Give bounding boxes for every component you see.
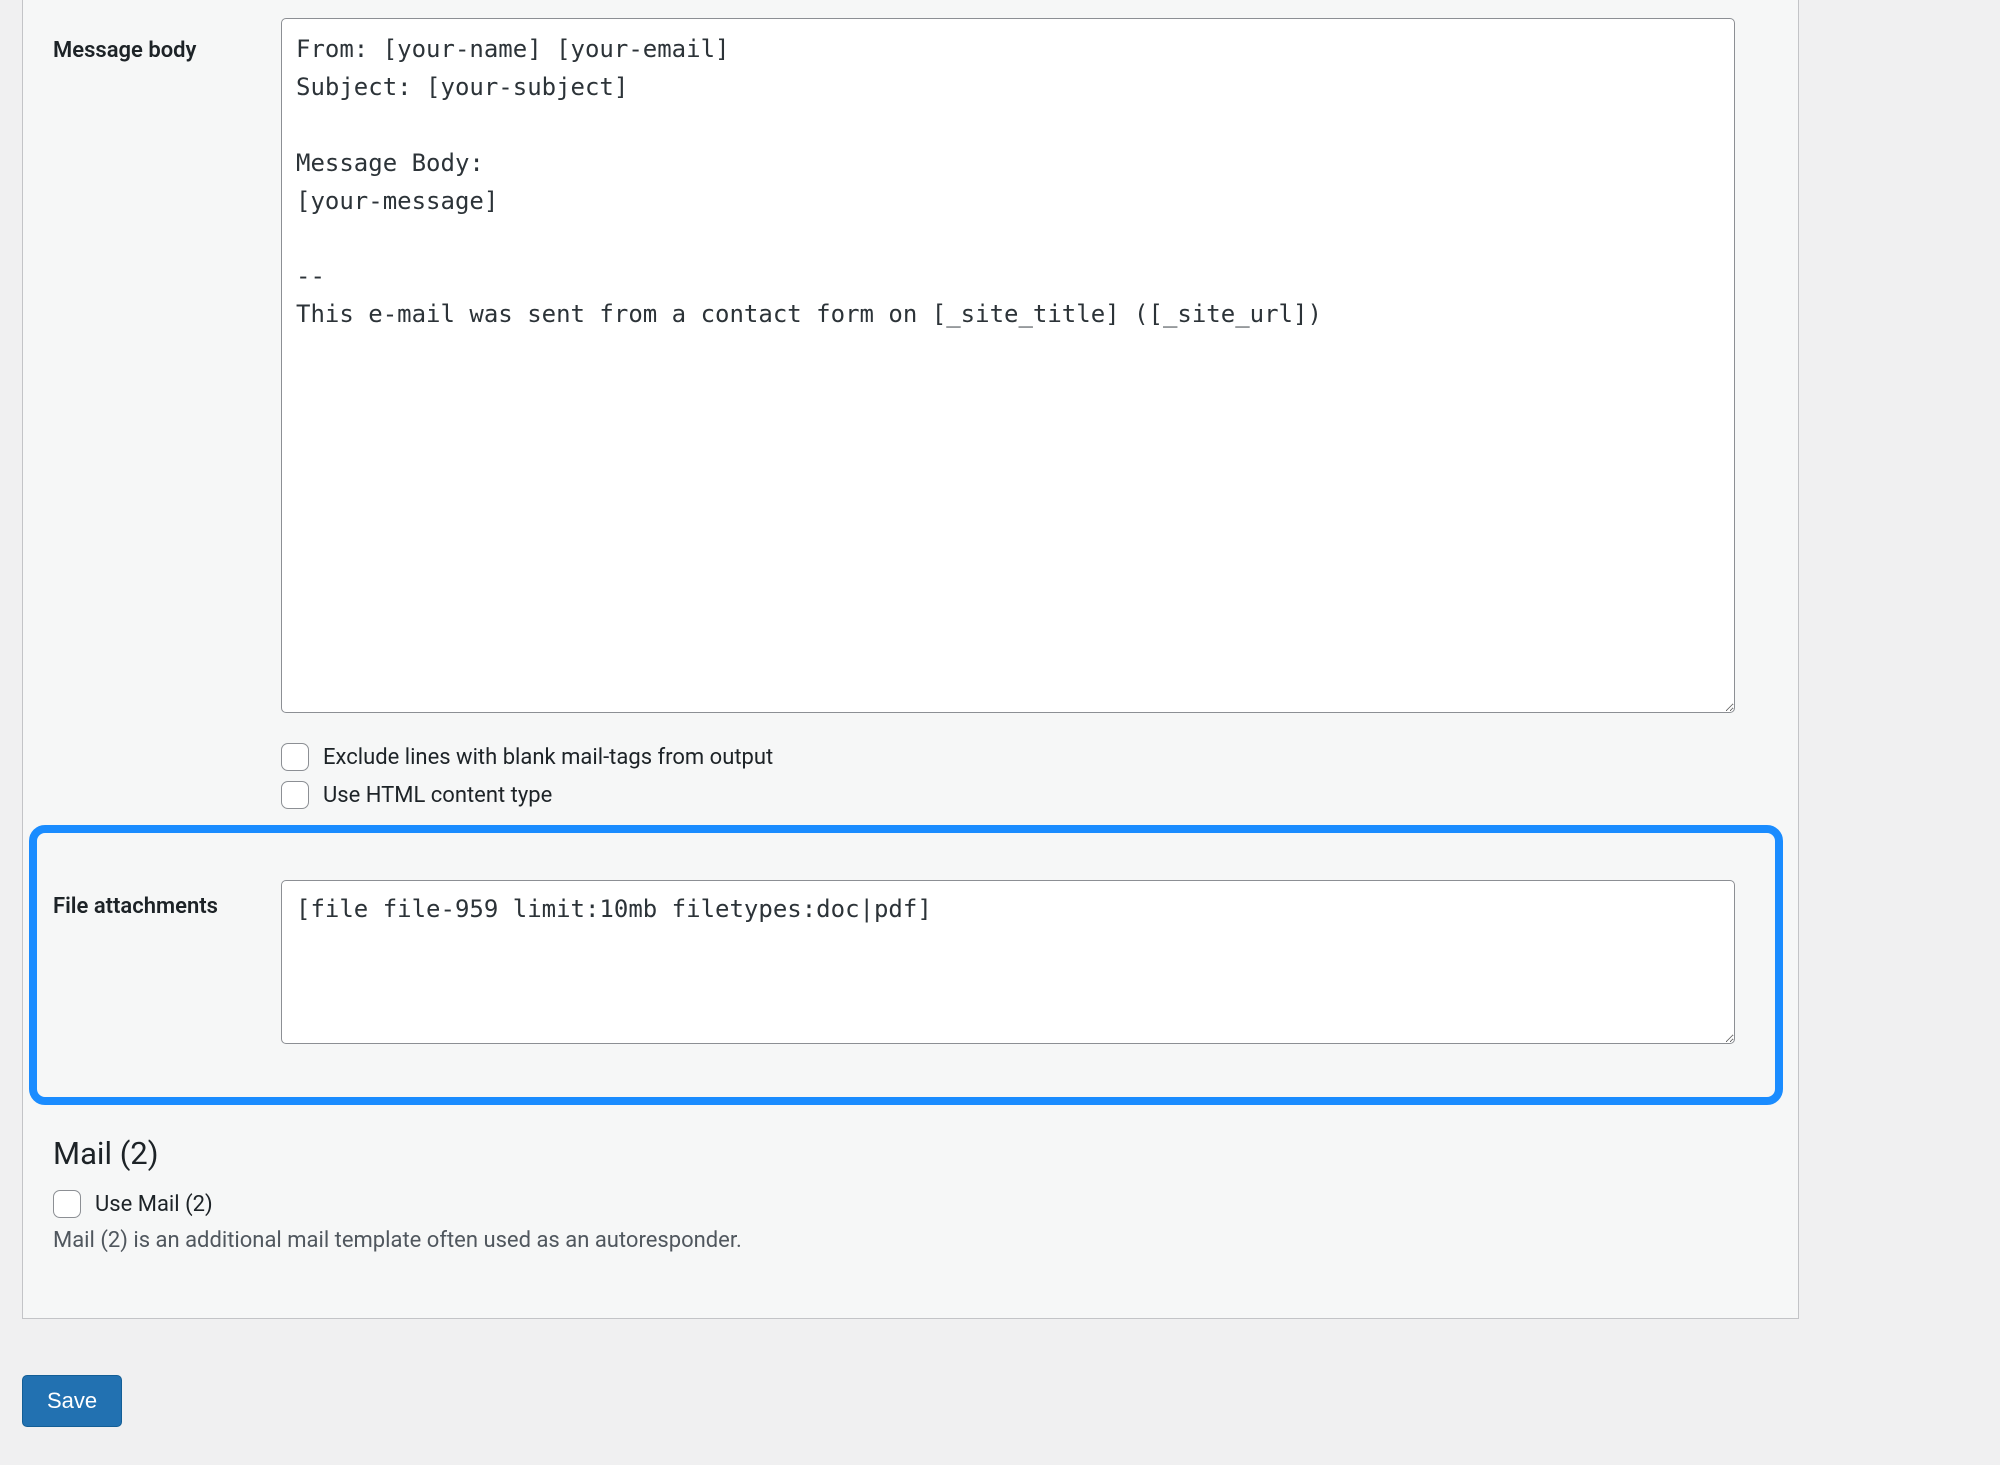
- use-mail-2-checkbox[interactable]: [53, 1190, 81, 1218]
- file-attachments-textarea[interactable]: [281, 880, 1735, 1044]
- save-button[interactable]: Save: [22, 1375, 122, 1427]
- exclude-blank-row: Exclude lines with blank mail-tags from …: [281, 743, 1772, 771]
- file-attachments-label: File attachments: [53, 880, 281, 1050]
- mail-2-heading: Mail (2): [53, 1135, 1768, 1172]
- use-html-checkbox[interactable]: [281, 781, 309, 809]
- mail-2-description: Mail (2) is an additional mail template …: [53, 1228, 1768, 1253]
- message-body-textarea[interactable]: [281, 18, 1735, 713]
- mail-2-section: Mail (2) Use Mail (2) Mail (2) is an add…: [53, 1135, 1768, 1253]
- use-html-label: Use HTML content type: [323, 783, 552, 808]
- use-mail-2-row: Use Mail (2): [53, 1190, 1768, 1218]
- message-body-label: Message body: [53, 18, 281, 66]
- mail-settings-panel: Message body Exclude lines with blank ma…: [22, 0, 1799, 1319]
- file-attachments-row: File attachments: [53, 880, 1773, 1050]
- use-html-row: Use HTML content type: [281, 781, 1772, 809]
- exclude-blank-checkbox[interactable]: [281, 743, 309, 771]
- exclude-blank-label: Exclude lines with blank mail-tags from …: [323, 745, 773, 770]
- use-mail-2-label: Use Mail (2): [95, 1192, 213, 1217]
- message-body-row: Message body Exclude lines with blank ma…: [23, 0, 1798, 809]
